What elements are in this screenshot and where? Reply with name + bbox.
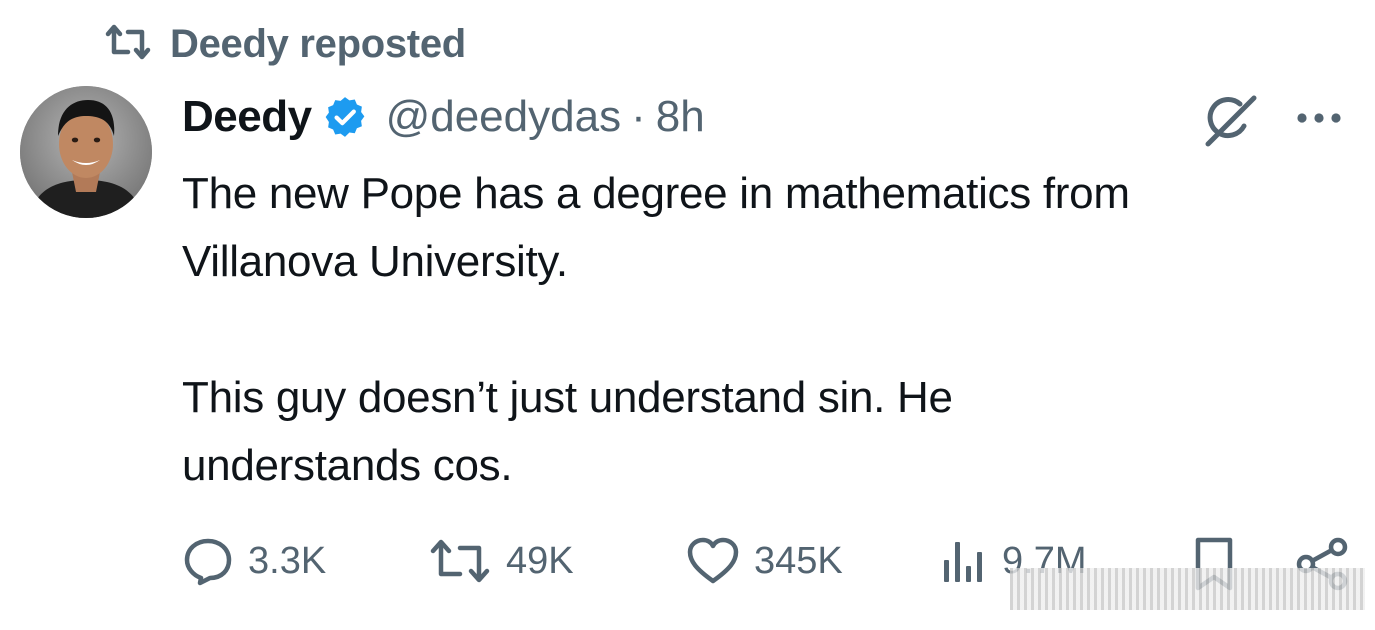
tweet-header: Deedy @deedydas · 8h — [182, 92, 705, 142]
avatar[interactable] — [20, 86, 152, 218]
reply-count: 3.3K — [248, 539, 327, 582]
reply-button[interactable]: 3.3K — [182, 536, 326, 586]
tweet-text: The new Pope has a degree in mathematics… — [182, 169, 1130, 490]
like-count: 345K — [754, 539, 843, 582]
heart-icon — [686, 536, 740, 586]
repost-context[interactable]: Deedy reposted — [104, 22, 466, 67]
verified-badge-icon[interactable] — [322, 94, 368, 140]
watermark — [1010, 568, 1365, 610]
repost-icon — [428, 536, 492, 586]
views-icon — [938, 536, 988, 586]
timestamp[interactable]: 8h — [656, 92, 705, 142]
repost-button[interactable]: 49K — [428, 536, 574, 586]
repost-label: Deedy reposted — [170, 22, 466, 66]
reply-icon — [182, 536, 234, 586]
like-button[interactable]: 345K — [686, 536, 843, 586]
handle[interactable]: @deedydas — [386, 92, 622, 142]
repost-count: 49K — [506, 539, 574, 582]
more-icon[interactable] — [1292, 96, 1346, 140]
repost-icon — [104, 22, 152, 67]
grok-icon[interactable] — [1200, 92, 1260, 148]
separator-dot: · — [631, 92, 646, 141]
display-name[interactable]: Deedy — [182, 92, 312, 142]
